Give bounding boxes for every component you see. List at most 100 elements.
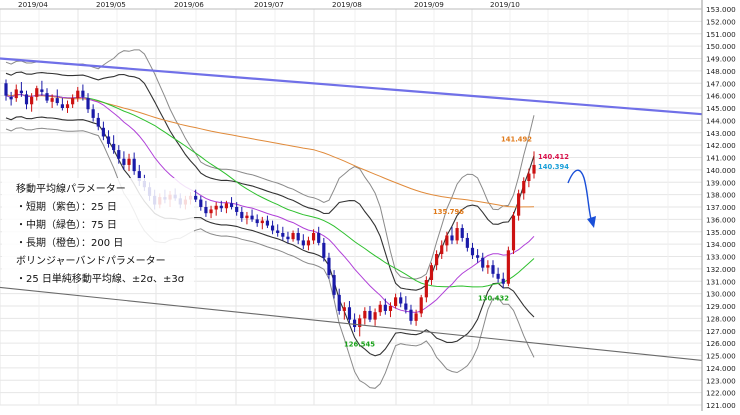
price-annotation: 135.796 [433,208,464,216]
candle [214,202,218,216]
candle-body [419,297,423,314]
candle-body [19,90,23,94]
candle [337,288,341,315]
candle [511,211,516,255]
candle-body [229,203,234,207]
y-tick-label: 133.000 [706,253,736,262]
y-tick-label: 151.000 [706,30,736,39]
candle-body [429,265,434,281]
y-tick-label: 132.000 [706,265,736,274]
candle-body [440,245,444,255]
candle [76,86,80,102]
candle [465,232,469,252]
y-tick-label: 123.000 [706,376,736,385]
candle-body [4,83,8,96]
candle [424,276,428,303]
y-tick-label: 129.000 [706,302,736,311]
candle [24,90,29,110]
candle-body [460,228,464,238]
candle-body [506,250,510,284]
candle [342,302,346,320]
candle [91,104,95,122]
candle-body [435,254,439,266]
candlestick-chart: 126.545 135.796 130.432 141.492 140.412 140.3… [0,0,736,411]
candle-body [224,203,229,209]
candle-body [65,104,70,108]
candle-body [96,117,100,127]
candle [399,292,403,308]
candle-body [378,304,382,313]
candle-body [45,93,49,101]
x-tick-label: 2019/05 [96,0,126,9]
candle-body [445,235,449,246]
price-annotation: 126.545 [344,340,375,348]
candle-body [496,273,500,279]
candle [486,260,490,274]
candle-body [455,228,459,241]
candle-body [332,275,336,295]
candle-body [532,164,536,174]
y-tick-label: 128.000 [706,314,736,323]
candle-body [311,232,316,241]
candle [209,205,213,219]
candle-body [383,304,387,311]
candle [435,250,439,271]
price-annotation: 140.412 [538,153,569,161]
y-tick-label: 136.000 [706,215,736,224]
candle-body [122,158,126,165]
x-tick-label: 2019/06 [174,0,204,9]
candle [332,270,336,299]
candle [496,267,500,283]
candle [501,272,505,289]
candle-body [101,127,105,137]
candle [9,91,13,106]
y-tick-label: 131.000 [706,277,736,286]
candle [383,298,387,315]
candle [517,189,521,221]
y-tick-label: 150.000 [706,42,736,51]
candle [245,211,249,225]
chart-area: 126.545 135.796 130.432 141.492 140.412 140.3… [0,0,740,411]
candle-body [476,255,480,258]
y-tick-label: 138.000 [706,191,736,200]
candle-body [404,303,408,310]
candle [363,307,367,325]
candle [352,313,357,332]
y-tick-label: 142.000 [706,141,736,150]
candle-body [296,232,300,241]
candle-body [486,265,490,268]
candle [260,216,264,230]
y-tick-label: 147.000 [706,79,736,88]
candle [373,308,377,326]
y-tick-label: 148.000 [706,67,736,76]
candle-body [450,235,454,241]
y-tick-label: 137.000 [706,203,736,212]
candle-body [352,319,357,328]
candle [127,153,131,172]
y-tick-label: 134.000 [706,240,736,249]
candle-body [76,90,80,99]
candle-body [409,309,413,321]
candle-body [363,310,367,319]
candle-body [286,236,290,240]
candle [286,231,290,243]
candle [255,214,259,227]
y-tick-label: 141.000 [706,154,736,163]
candle-body [40,89,44,92]
candle [460,224,464,242]
candle [101,121,105,141]
candle-body [50,98,54,102]
legend-ma-mid: ・中期（緑色）：75 日 [16,218,117,231]
candle-body [511,215,516,251]
candle-body [214,205,218,210]
y-tick-label: 139.000 [706,178,736,187]
resistance-trendline [0,57,703,116]
candle-body [501,278,505,284]
candle-body [358,318,362,328]
candle [132,152,136,175]
y-tick-label: 122.000 [706,389,736,398]
x-tick-label: 2019/08 [332,0,362,9]
candle-body [373,312,377,320]
candle-body [522,181,526,194]
candle-body [276,230,280,233]
